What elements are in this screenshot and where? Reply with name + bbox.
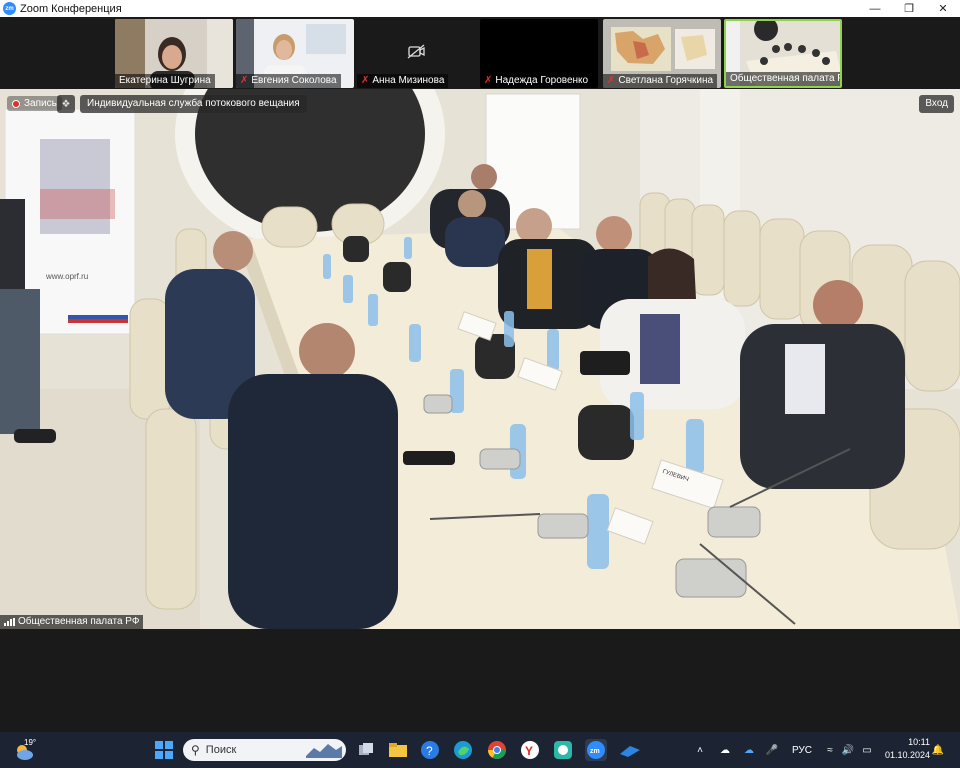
edge-browser-icon[interactable]: [452, 739, 474, 761]
minimize-button[interactable]: —: [858, 0, 892, 17]
active-speaker-label: Общественная палата РФ: [0, 615, 144, 629]
start-windows-icon[interactable]: [153, 739, 175, 761]
participant-tile[interactable]: Екатерина Шугрина: [115, 19, 233, 88]
svg-text:zm: zm: [590, 748, 600, 755]
system-clock[interactable]: 10:11 01.10.2024: [885, 736, 930, 762]
search-placeholder: Поиск: [205, 744, 237, 756]
yandex-browser-icon[interactable]: Y: [519, 739, 541, 761]
window-title: Zoom Конференция: [20, 2, 122, 15]
weather-temperature: 19°: [24, 738, 37, 747]
mic-muted-icon: ✗: [240, 75, 249, 86]
banner-site-text: www.oprf.ru: [45, 272, 88, 281]
mic-muted-icon: ✗: [484, 75, 493, 86]
mic-muted-icon: ✗: [607, 75, 616, 86]
participant-label: Общественная палата РФ: [726, 72, 842, 86]
live-stream-icon[interactable]: ❖: [57, 95, 75, 113]
participant-tile[interactable]: ✗ Светлана Горячкина: [603, 19, 721, 88]
main-video[interactable]: www.oprf.ru ГУЛЕВИЧ Запись ❖ Индивидуаль…: [0, 89, 960, 629]
chrome-browser-icon[interactable]: [486, 739, 508, 761]
task-view-icon[interactable]: [355, 739, 377, 761]
participant-label: ✗ Надежда Горовенко: [480, 74, 593, 88]
file-explorer-icon[interactable]: [387, 739, 409, 761]
participant-name: Анна Мизинова: [372, 75, 445, 86]
participant-label: ✗ Светлана Горячкина: [603, 74, 718, 88]
wifi-icon[interactable]: ≈: [822, 732, 838, 768]
search-highlight-icon: [306, 744, 342, 758]
notifications-bell-icon[interactable]: 🔔: [930, 732, 946, 768]
active-speaker-name: Общественная палата РФ: [18, 616, 140, 627]
close-button[interactable]: ✕: [926, 0, 960, 17]
svg-text:Y: Y: [525, 744, 533, 758]
microphone-icon[interactable]: 🎤: [764, 732, 780, 768]
participant-tile[interactable]: ✗ Евгения Соколова: [236, 19, 354, 88]
meeting-room-video: www.oprf.ru ГУЛЕВИЧ: [0, 89, 960, 629]
participant-label: ✗ Анна Мизинова: [357, 74, 449, 88]
search-icon: ⚲: [191, 743, 200, 757]
svg-text:?: ?: [426, 744, 433, 758]
participant-tile[interactable]: ✗ Надежда Горовенко: [480, 19, 598, 88]
weather-widget[interactable]: 19°: [14, 738, 40, 762]
participant-gallery: Екатерина Шугрина ✗ Евгения Соколова ✗ А…: [0, 17, 960, 89]
zoom-app-icon: zm: [3, 2, 16, 15]
mic-muted-icon: ✗: [361, 75, 370, 86]
messenger-app-icon[interactable]: [552, 739, 574, 761]
meeting-bottom-area: [0, 629, 960, 732]
participant-label: ✗ Евгения Соколова: [236, 74, 341, 88]
recording-indicator[interactable]: Запись: [7, 96, 62, 111]
mail-app-icon[interactable]: [619, 739, 641, 761]
title-bar: zm Zoom Конференция — ❐ ✕: [0, 0, 960, 17]
input-language-indicator[interactable]: РУС: [788, 732, 816, 768]
clock-time: 10:11: [908, 737, 930, 747]
participant-name: Екатерина Шугрина: [119, 75, 211, 86]
onedrive-icon[interactable]: ☁: [740, 732, 758, 768]
participant-name: Общественная палата РФ: [730, 73, 842, 84]
volume-icon[interactable]: 🔊: [840, 732, 856, 768]
help-icon[interactable]: ?: [419, 739, 441, 761]
participant-tile-active-speaker[interactable]: Общественная палата РФ: [724, 19, 842, 88]
participant-name: Светлана Горячкина: [618, 75, 714, 86]
participant-tile[interactable]: ✗ Анна Мизинова: [357, 19, 475, 88]
participant-name: Надежда Горовенко: [495, 75, 589, 86]
show-hidden-icons-chevron-icon[interactable]: ˄: [692, 732, 708, 768]
maximize-button[interactable]: ❐: [892, 0, 926, 17]
battery-icon[interactable]: ▭: [858, 732, 876, 768]
recording-label: Запись: [24, 98, 57, 109]
clock-date: 01.10.2024: [884, 750, 930, 760]
window-controls: — ❐ ✕: [858, 0, 960, 17]
recording-dot-icon: [12, 99, 20, 108]
participant-label: Екатерина Шугрина: [115, 74, 215, 88]
enter-button[interactable]: Вход: [919, 95, 954, 113]
signal-strength-icon: [4, 618, 15, 626]
windows-taskbar: 19° ⚲ Поиск ? Y zm ˄ ☁ ☁ 🎤 РУС ≈ 🔊 ▭ 10:…: [0, 732, 960, 768]
cloud-sync-icon[interactable]: ☁: [716, 732, 734, 768]
zoom-taskbar-icon[interactable]: zm: [585, 739, 607, 761]
taskbar-search[interactable]: ⚲ Поиск: [183, 739, 346, 761]
stream-service-label[interactable]: Индивидуальная служба потокового вещания: [80, 95, 307, 113]
participant-name: Евгения Соколова: [251, 75, 337, 86]
